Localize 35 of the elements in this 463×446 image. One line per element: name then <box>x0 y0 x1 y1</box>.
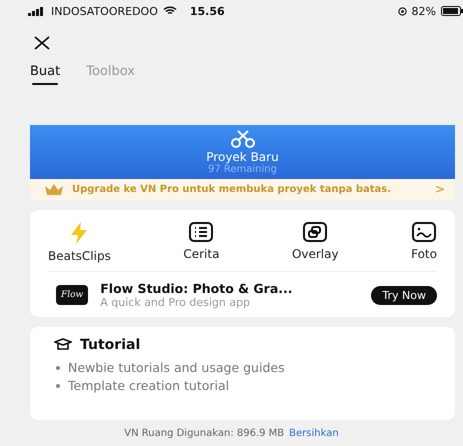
chevron-arrow: > <box>434 182 445 196</box>
close-icon[interactable] <box>34 36 50 50</box>
battery-percent: 82% <box>412 4 436 18</box>
app-logo: Flow <box>56 285 88 305</box>
list-icon[interactable] <box>189 222 214 242</box>
clear-link[interactable]: Bersihkan <box>289 428 339 438</box>
tutorial-link[interactable]: Template creation tutorial <box>68 377 230 395</box>
clock-time: 15.56 <box>190 4 225 18</box>
battery-icon <box>441 6 463 16</box>
scissors-icon <box>230 130 256 148</box>
new-project-button[interactable]: Proyek Baru 97 Remaining <box>30 125 455 179</box>
bullet-icon <box>56 366 60 370</box>
graduation-cap-icon <box>54 338 72 352</box>
tool-label[interactable]: Cerita <box>183 247 220 261</box>
tutorial-link[interactable]: Newbie tutorials and usage guides <box>68 359 285 377</box>
tutorial-title: Tutorial <box>80 337 140 353</box>
carrier-name: INDOSATOOREDOO <box>51 4 158 18</box>
signal-icon <box>28 6 46 16</box>
remaining-count: 97 Remaining <box>208 164 277 174</box>
tool-label[interactable]: Overlay <box>292 247 339 261</box>
crown-icon <box>44 182 64 196</box>
orientation-lock-icon <box>398 6 407 16</box>
tool-label[interactable]: BeatsClips <box>48 249 111 263</box>
storage-used-text: VN Ruang Digunakan: 896.9 MB <box>124 428 284 438</box>
tab[interactable]: Buat <box>30 64 60 85</box>
tool-label[interactable]: Foto <box>411 247 437 261</box>
wifi-icon <box>162 6 177 16</box>
promo-title: Flow Studio: Photo & Gra... <box>100 281 294 296</box>
photo-icon[interactable] <box>412 222 436 242</box>
bullet-icon <box>56 384 60 388</box>
project-title: Proyek Baru <box>206 150 279 164</box>
try-now-button[interactable]: Try Now <box>371 286 437 304</box>
promo-subtitle: A quick and Pro design app <box>100 296 252 309</box>
upgrade-text: Upgrade ke VN Pro untuk membuka proyek tanpa batas. <box>72 184 392 194</box>
overlay-icon[interactable] <box>303 222 328 242</box>
